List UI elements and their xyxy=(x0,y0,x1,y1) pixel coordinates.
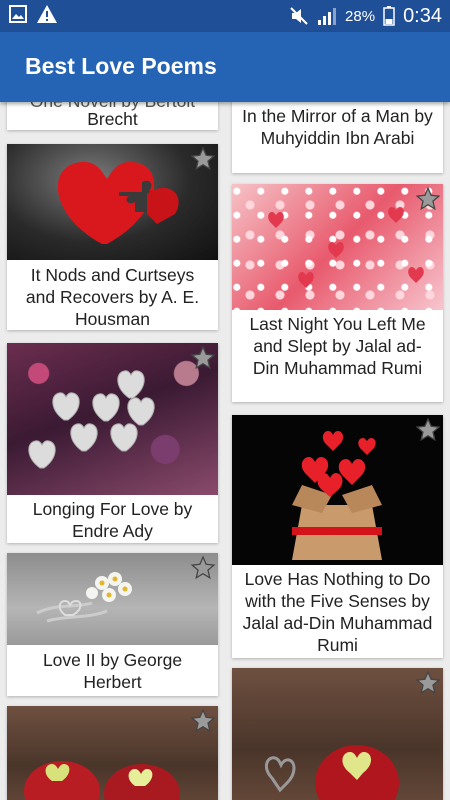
warning-icon xyxy=(37,5,57,23)
poem-grid[interactable]: One Novell by Bertolt Brecht It Nods and… xyxy=(0,102,450,800)
poem-title: Love II by George Herbert xyxy=(42,650,183,692)
poem-card[interactable]: One Novell by Bertolt Brecht xyxy=(7,102,218,130)
poem-card[interactable]: It Nods and Curtseys and Recovers by A. … xyxy=(7,144,218,330)
poem-card[interactable] xyxy=(7,706,218,800)
status-bar: 28% 0:34 xyxy=(0,0,450,32)
poem-card[interactable] xyxy=(232,668,443,800)
poem-image xyxy=(7,343,218,495)
gallery-icon xyxy=(9,5,27,23)
poem-image xyxy=(232,415,443,565)
favorite-star-icon[interactable] xyxy=(415,670,441,696)
poem-title: Brecht xyxy=(87,109,138,129)
mute-icon xyxy=(290,7,308,25)
signal-icon xyxy=(318,8,337,25)
poem-title: It Nods and Curtseys and Recovers by A. … xyxy=(25,265,200,329)
favorite-star-icon[interactable] xyxy=(190,555,216,581)
poem-title: Love Has Nothing to Do with the Five Sen… xyxy=(242,569,433,655)
poem-image xyxy=(7,553,218,645)
app-bar: Best Love Poems xyxy=(0,32,450,102)
poem-card[interactable]: Love II by George Herbert xyxy=(7,553,218,696)
clock: 0:34 xyxy=(403,4,442,27)
poem-card[interactable]: Love Has Nothing to Do with the Five Sen… xyxy=(232,415,443,658)
poem-card[interactable]: Last Night You Left Me and Slept by Jala… xyxy=(232,184,443,402)
poem-title: In the Mirror of a Man by Muhyiddin Ibn … xyxy=(242,106,433,148)
poem-card[interactable]: Longing For Love by Endre Ady xyxy=(7,343,218,543)
poem-title: Last Night You Left Me and Slept by Jala… xyxy=(249,314,426,378)
favorite-star-icon[interactable] xyxy=(190,146,216,172)
favorite-star-icon[interactable] xyxy=(415,186,441,212)
poem-image xyxy=(7,144,218,260)
app-title: Best Love Poems xyxy=(25,53,217,79)
battery-percent: 28% xyxy=(345,7,376,25)
favorite-star-icon[interactable] xyxy=(190,708,216,734)
poem-image xyxy=(232,668,443,800)
favorite-star-icon[interactable] xyxy=(190,345,216,371)
poem-image xyxy=(232,184,443,310)
poem-image xyxy=(7,706,218,800)
battery-icon xyxy=(383,6,395,26)
favorite-star-icon[interactable] xyxy=(415,417,441,443)
poem-card[interactable]: In the Mirror of a Man by Muhyiddin Ibn … xyxy=(232,102,443,173)
poem-title: Longing For Love by Endre Ady xyxy=(32,499,193,541)
